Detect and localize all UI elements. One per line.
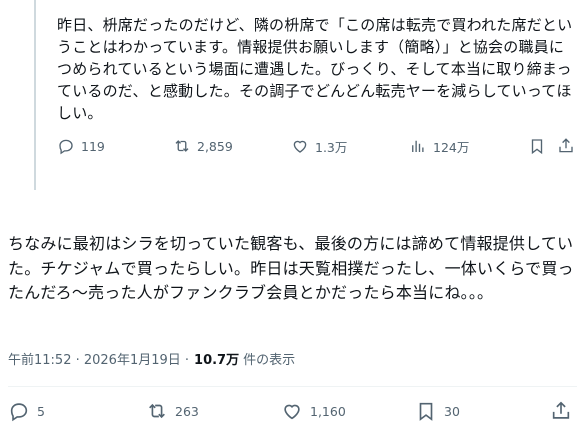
repost-icon [149,403,165,419]
bookmark-icon [419,402,433,421]
quoted-repost-count: 2,859 [197,138,233,154]
bookmark-button[interactable]: 30 [415,399,460,423]
repost-button[interactable]: 263 [146,399,199,423]
quoted-post[interactable]: 昨日、枡席だったのだけど、隣の枡席で「この席は転売で買われた席だということはわか… [0,0,585,190]
post-views-count: 10.7万 [194,353,240,368]
quoted-views-button[interactable]: 124万 [409,136,469,156]
quoted-share-button[interactable] [557,136,575,156]
action-divider [8,386,577,387]
post-views-label: 件の表示 [243,353,296,368]
repost-icon [175,140,189,152]
quoted-reply-count: 119 [81,138,105,154]
like-count: 1,160 [310,403,346,419]
thread-line [34,0,36,190]
share-icon [552,401,570,419]
share-icon [559,138,573,153]
quoted-repost-button[interactable]: 2,859 [173,136,233,156]
quoted-post-action-bar: 119 2,859 1.3万 124万 [57,136,577,156]
share-button[interactable] [550,399,572,423]
bookmark-count: 30 [444,403,460,419]
heart-icon [293,140,307,153]
quoted-like-count: 1.3万 [315,139,348,155]
post-timestamp[interactable]: 午前11:52 · 2026年1月19日 · [8,349,189,368]
repost-count: 263 [175,403,199,419]
like-button[interactable]: 1,160 [281,399,346,423]
reply-count: 5 [37,403,45,419]
bookmark-icon [531,139,543,155]
quoted-like-button[interactable]: 1.3万 [291,136,347,156]
reply-button[interactable]: 5 [8,399,45,423]
quoted-reply-button[interactable]: 119 [57,136,105,156]
quoted-views-count: 124万 [433,139,470,155]
quoted-post-text: 昨日、枡席だったのだけど、隣の枡席で「この席は転売で買われた席だということはわか… [57,16,573,122]
analytics-icon [412,140,424,152]
post-meta: 午前11:52 · 2026年1月19日 · 10.7万 件の表示 [8,349,295,368]
reply-icon [59,139,73,155]
reply-icon [10,403,28,422]
heart-icon [284,404,300,420]
quoted-bookmark-button[interactable] [528,136,546,156]
post-action-bar: 5 263 1,160 30 [8,399,578,423]
post-text: ちなみに最初はシラを切っていた観客も、最後の方には諦めて情報提供していた。チケジ… [8,234,574,302]
